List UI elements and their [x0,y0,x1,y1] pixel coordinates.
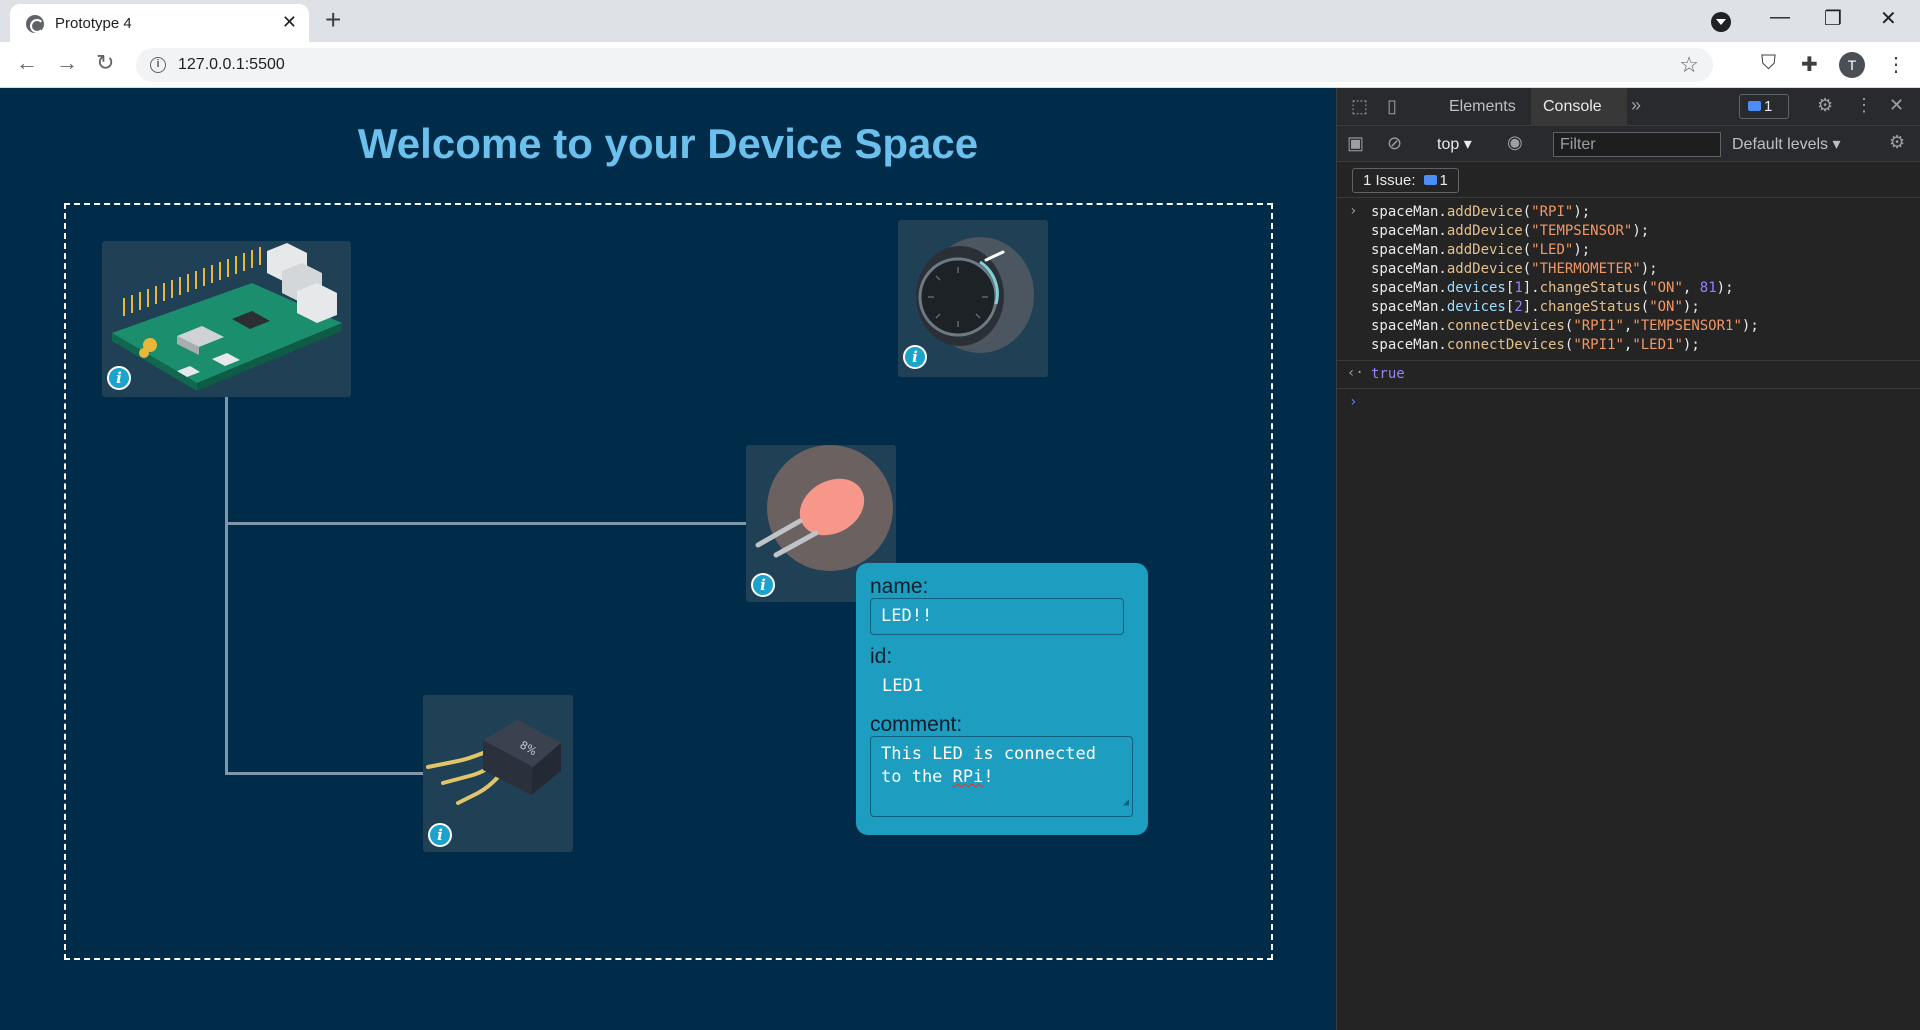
id-label: id: [870,645,893,668]
device-space-page: Welcome to your Device Space i i i 8% i … [0,88,1336,1030]
console-settings-icon[interactable]: ⚙ [1889,132,1905,153]
raspberry-pi-icon [112,243,342,391]
live-expression-eye-icon[interactable]: ◉ [1507,132,1523,153]
page-title: Welcome to your Device Space [357,120,979,167]
console-toolbar: ▣ ⊘ top ▾ ◉ Filter Default levels ▾ ⚙ [1337,126,1920,162]
wire-rpi-vertical [225,397,228,775]
browser-toolbar: ← → ↻ i 127.0.0.1:5500 ☆ ⛉ ✚ ⋮ [0,42,1920,88]
reload-icon[interactable]: ↻ [96,50,114,76]
new-tab-button[interactable]: + [325,6,341,34]
clear-console-icon[interactable]: ⊘ [1387,133,1402,154]
result-arrow-icon: ‹· [1347,365,1364,381]
comment-textarea[interactable]: This LED is connected to the RPi! ◢ [870,736,1133,817]
tab-strip: Prototype 4 ✕ + — ❐ ✕ [0,0,1920,42]
led-info-icon[interactable]: i [751,573,775,597]
comment-line-1: This LED is connected [881,744,1096,764]
resize-grip-icon[interactable]: ◢ [1123,791,1129,814]
device-info-popup: name: LED!! id: LED1 comment: This LED i… [856,563,1148,835]
bookmark-star-icon[interactable]: ☆ [1679,52,1699,78]
console-code-line: spaceMan.addDevice("THERMOMETER"); [1371,261,1658,277]
console-code-line: spaceMan.devices[1].changeStatus("ON", 8… [1371,280,1734,296]
profile-avatar[interactable]: T [1839,52,1865,78]
console-command: › spaceMan.addDevice("RPI"); spaceMan.add… [1337,198,1920,361]
comment-line-2: to the RPi! [881,767,994,787]
site-info-icon[interactable]: i [150,57,166,73]
close-window-icon[interactable]: ✕ [1880,6,1897,31]
message-icon [1423,175,1437,185]
settings-gear-icon[interactable]: ⚙ [1817,95,1833,116]
tab-title: Prototype 4 [55,15,132,32]
console-code-line: spaceMan.addDevice("LED"); [1371,242,1591,258]
kebab-menu-icon[interactable]: ⋮ [1886,52,1906,77]
tab-search-icon[interactable] [1711,12,1731,32]
console-code-line: spaceMan.connectDevices("RPI1","TEMPSENS… [1371,318,1759,334]
issues-bar: 1 Issue: 1 [1337,162,1920,198]
command-lines: spaceMan.addDevice("RPI"); spaceMan.addDe… [1371,203,1920,355]
devtools-tab-bar: ⬚ ▯ Elements Console » 1 ⚙ ⋮ ✕ [1337,88,1920,126]
minimize-icon[interactable]: — [1770,6,1790,29]
input-chevron-icon: › [1349,203,1358,219]
devtools-menu-icon[interactable]: ⋮ [1855,95,1873,116]
restore-icon[interactable]: ❐ [1824,6,1842,31]
device-raspberry-pi[interactable]: i [102,241,351,397]
device-thermometer[interactable]: i [898,220,1048,377]
console-code-line: spaceMan.connectDevices("RPI1","LED1"); [1371,337,1700,353]
console-result: ‹· true [1337,361,1920,389]
forward-icon[interactable]: → [56,50,78,76]
console-filter-input[interactable]: Filter [1553,132,1721,157]
thermometer-info-icon[interactable]: i [903,345,927,369]
globe-icon [26,15,44,33]
prompt-chevron-icon: › [1349,394,1358,410]
console-code-line: spaceMan.addDevice("TEMPSENSOR"); [1371,223,1650,239]
address-bar[interactable]: i 127.0.0.1:5500 ☆ [136,48,1713,82]
more-tabs-icon[interactable]: » [1631,95,1641,116]
console-output: › spaceMan.addDevice("RPI"); spaceMan.add… [1337,198,1920,413]
result-value: true [1371,366,1405,382]
inspect-element-icon[interactable]: ⬚ [1351,96,1368,117]
issues-link[interactable]: 1 Issue: 1 [1352,168,1459,193]
close-devtools-icon[interactable]: ✕ [1889,95,1904,116]
name-input[interactable]: LED!! [870,598,1124,635]
device-temp-sensor[interactable]: 8% i [423,695,573,852]
browser-tab[interactable]: Prototype 4 ✕ [10,4,309,42]
rpi-info-icon[interactable]: i [107,366,131,390]
issues-badge[interactable]: 1 [1739,94,1789,119]
shield-extension-icon[interactable]: ⛉ [1761,52,1776,75]
devtools-panel: ⬚ ▯ Elements Console » 1 ⚙ ⋮ ✕ ▣ ⊘ top ▾… [1336,88,1920,1030]
puzzle-extensions-icon[interactable]: ✚ [1801,52,1818,77]
wire-rpi-tempsensor [225,772,424,775]
name-label: name: [870,575,929,598]
url-text[interactable]: 127.0.0.1:5500 [178,56,285,74]
context-selector[interactable]: top ▾ [1437,134,1472,154]
console-code-line: spaceMan.addDevice("RPI"); [1371,204,1591,220]
console-code-line: spaceMan.devices[2].changeStatus("ON"); [1371,299,1700,315]
device-toolbar-icon[interactable]: ▯ [1387,96,1397,117]
back-icon[interactable]: ← [16,50,38,76]
tab-elements[interactable]: Elements [1449,98,1516,116]
wire-rpi-led [225,522,747,525]
id-value: LED1 [882,676,923,696]
comment-label: comment: [870,713,963,736]
console-prompt[interactable]: › [1337,389,1920,413]
close-tab-icon[interactable]: ✕ [282,12,297,33]
log-levels-dropdown[interactable]: Default levels ▾ [1732,134,1841,154]
temp-sensor-info-icon[interactable]: i [428,823,452,847]
tab-console[interactable]: Console [1531,88,1627,126]
sidebar-toggle-icon[interactable]: ▣ [1347,133,1364,154]
